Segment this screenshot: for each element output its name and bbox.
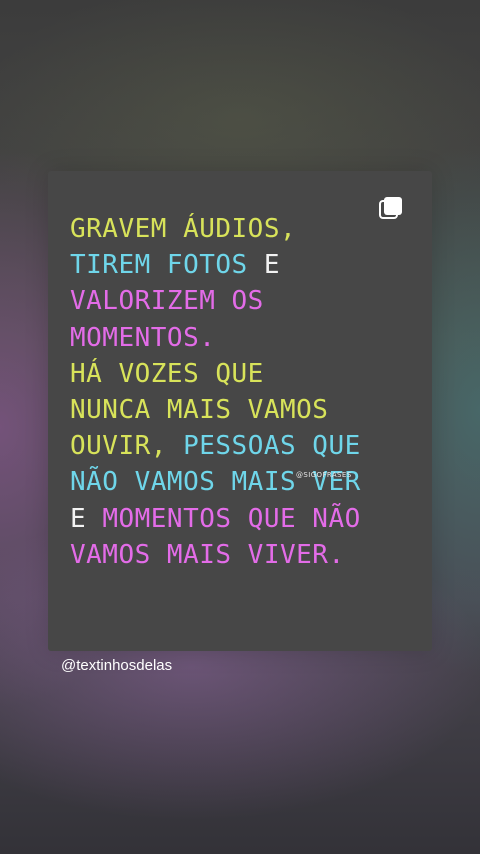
quote-segment: e (70, 503, 103, 534)
quote-segment: pessoas que (183, 431, 361, 462)
quote-segment: vamos mais viver. (70, 539, 345, 570)
mention-sticker[interactable]: @textinhosdelas (61, 657, 172, 674)
quote-line: vamos mais viver. (70, 537, 420, 573)
quote-line: Há vozes que (70, 356, 420, 392)
quote-segment: Gravem áudios, (70, 214, 297, 244)
quote-line: momentos. (70, 320, 420, 356)
quote-segment: nunca mais vamos (70, 395, 329, 426)
quote-line: valorizem os (70, 283, 420, 319)
quote-segment: e (247, 250, 280, 281)
quote-line: não vamos mais ver (70, 464, 420, 500)
quote-line: tirem fotos e (70, 247, 420, 283)
quote-line: nunca mais vamos (70, 392, 420, 428)
quote-line: ouvir, pessoas que (70, 428, 420, 464)
watermark-text: @SIGOFRASES (296, 471, 352, 479)
quote-segment: ouvir, (70, 431, 184, 462)
shared-post-card[interactable]: Gravem áudios, tirem fotos e valorizem os m… (48, 171, 432, 651)
quote-text: Gravem áudios, tirem fotos e valorizem os m… (70, 211, 420, 573)
quote-segment: valorizem os (70, 286, 264, 317)
quote-segment: momentos. (70, 322, 216, 353)
quote-segment: momentos que não (102, 503, 361, 534)
quote-segment: tirem fotos (70, 250, 248, 281)
quote-line: e momentos que não (70, 501, 420, 537)
quote-segment: Há vozes que (70, 358, 264, 389)
quote-line: Gravem áudios, (70, 211, 420, 247)
